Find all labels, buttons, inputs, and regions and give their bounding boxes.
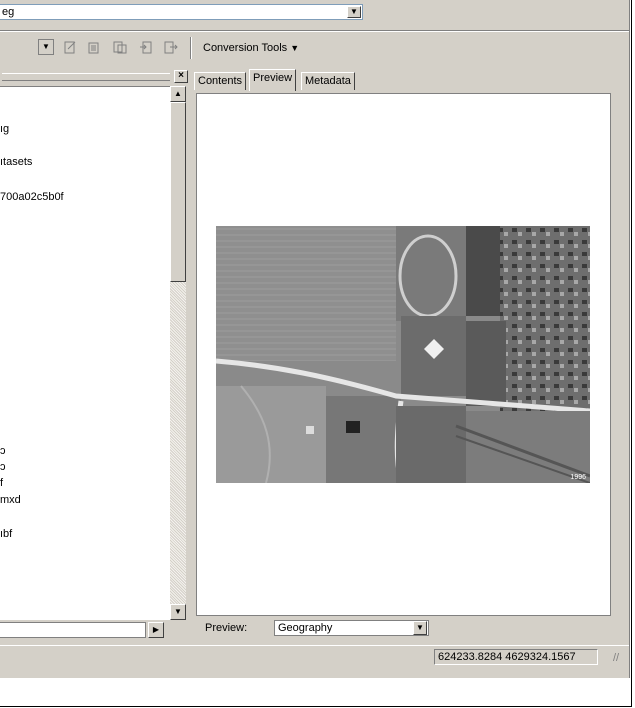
tree-item[interactable]: 700a02c5b0f bbox=[0, 191, 64, 204]
preview-type-bar: Preview: Geography ▼ bbox=[196, 617, 611, 641]
location-dropdown-button[interactable]: ▼ bbox=[347, 6, 361, 18]
metadata-edit-icon[interactable] bbox=[62, 40, 78, 56]
hscroll-track[interactable] bbox=[0, 622, 146, 638]
tab-preview[interactable]: Preview bbox=[249, 69, 297, 91]
toolbar-divider bbox=[190, 37, 192, 59]
preview-type-value: Geography bbox=[278, 622, 333, 634]
toolbar-separator bbox=[0, 30, 629, 32]
chevron-down-icon: ▼ bbox=[290, 43, 300, 53]
scroll-down-icon[interactable]: ▼ bbox=[170, 604, 186, 620]
tree-item[interactable]: f bbox=[0, 477, 3, 490]
aerial-photo-preview: 1996 bbox=[216, 226, 590, 483]
scroll-right-icon[interactable]: ▶ bbox=[148, 622, 164, 638]
location-input[interactable]: еg ▼ bbox=[0, 4, 363, 20]
metadata-create-icon[interactable] bbox=[112, 40, 128, 56]
toolbar-dropdown-button[interactable]: ▼ bbox=[38, 39, 54, 55]
toolbar: ▼ Conversion Tools ▼ bbox=[0, 34, 629, 62]
tab-metadata[interactable]: Metadata bbox=[301, 72, 355, 90]
address-bar: еg ▼ bbox=[0, 0, 370, 22]
location-value: еg bbox=[2, 6, 15, 18]
tree-vertical-scrollbar[interactable]: ▲ ▼ bbox=[170, 86, 186, 620]
catalog-tree: ıg ıtasets 700a02c5b0f ɔ ɔ f mxd ıbf bbox=[0, 86, 170, 621]
panel-splitter[interactable] bbox=[188, 64, 192, 644]
tree-horizontal-scrollbar[interactable]: ▶ bbox=[0, 620, 186, 638]
panel-grip[interactable] bbox=[2, 73, 170, 81]
chevron-down-icon[interactable]: ▼ bbox=[413, 621, 427, 635]
tree-item[interactable]: mxd bbox=[0, 494, 21, 507]
resize-grip-icon[interactable]: // bbox=[613, 652, 625, 664]
tree-item[interactable]: ıtasets bbox=[0, 156, 32, 169]
tree-item[interactable]: ɔ bbox=[0, 445, 6, 458]
coordinate-readout: 624233.8284 4629324.1567 bbox=[434, 649, 598, 665]
catalog-tree-header: × bbox=[0, 70, 188, 84]
metadata-export-icon[interactable] bbox=[163, 40, 179, 56]
conversion-tools-label: Conversion Tools bbox=[203, 42, 288, 54]
metadata-import-icon[interactable] bbox=[138, 40, 154, 56]
metadata-properties-icon[interactable] bbox=[86, 40, 102, 56]
preview-pane: 1996 bbox=[196, 93, 611, 616]
status-bar: 624233.8284 4629324.1567 // bbox=[0, 645, 629, 668]
tab-contents[interactable]: Contents bbox=[194, 72, 247, 90]
tree-item[interactable]: ıg bbox=[0, 123, 9, 136]
scroll-up-icon[interactable]: ▲ bbox=[170, 86, 186, 102]
arccatalog-window: еg ▼ ▼ Conversion Tools ▼ × ıg ıtasets 7… bbox=[0, 0, 630, 678]
tree-item[interactable]: ɔ bbox=[0, 461, 6, 474]
preview-label: Preview: bbox=[205, 622, 248, 634]
scroll-thumb[interactable] bbox=[170, 102, 186, 282]
tree-item[interactable]: ıbf bbox=[0, 528, 12, 541]
close-icon[interactable]: × bbox=[174, 70, 188, 83]
conversion-tools-menu[interactable]: Conversion Tools ▼ bbox=[197, 37, 305, 59]
photo-caption: 1996 bbox=[570, 474, 586, 481]
preview-type-select[interactable]: Geography ▼ bbox=[274, 620, 429, 636]
